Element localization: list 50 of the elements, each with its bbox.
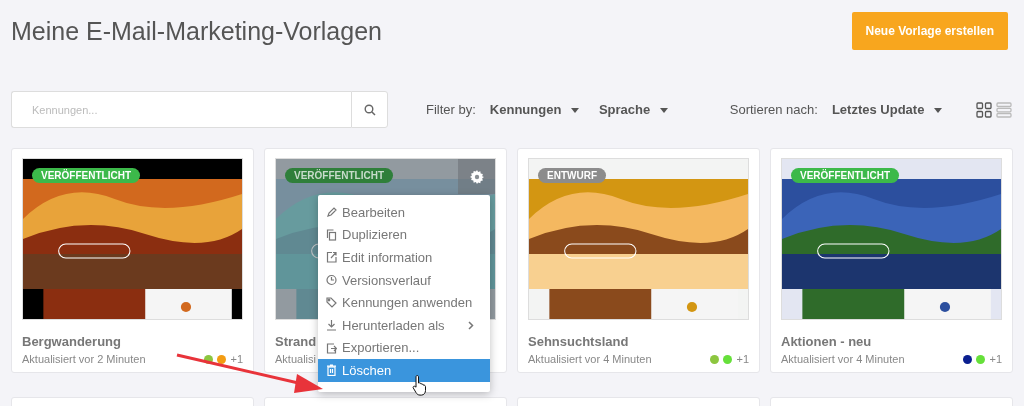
tag-count: +1 [230,353,243,365]
sort-dropdown[interactable]: Letztes Update [831,102,942,117]
tag-icon [326,296,337,309]
updated-time: Aktualisiert vor 2 Minuten [22,353,146,365]
filter-label: Filter by: [426,102,476,117]
grid-view-icon[interactable] [976,101,992,118]
caret-icon [570,108,579,114]
menu-item[interactable]: Bearbeiten [318,201,490,224]
updated-time: Aktualisiert vor 4 Minuten [528,353,652,365]
menu-item[interactable]: Versionsverlauf [318,268,490,292]
hand-cursor-icon [412,374,428,396]
status-badge: ENTWURF [538,168,606,183]
menu-item[interactable]: Kennungen anwenden [318,291,490,314]
template-card[interactable]: ENTWURF Sehnsuchtsland Aktualisiert vor 4 Minuten +1 [517,148,760,373]
caret-icon [659,108,668,114]
updated-time: Aktualisiert vor 4 Minuten [781,353,905,365]
menu-item[interactable]: Duplizieren [318,223,490,247]
settings-icon [469,169,484,184]
tag-count: +1 [736,353,749,365]
history-icon [326,274,337,287]
sort-label: Sortieren nach: [729,102,818,117]
page-title: Meine E-Mail-Marketing-Vorlagen [11,16,382,46]
edit-icon [326,206,337,219]
template-card[interactable]: VERÖFFENTLICHT Bergwanderung Aktualisiert vor 2 Minuten +1 [11,148,254,373]
settings-button[interactable] [458,159,495,194]
search-icon [363,103,376,116]
updated-time: Aktualisi [275,353,316,365]
filter-dropdown[interactable]: Kennungen [489,102,579,117]
template-name: Strand [275,334,317,349]
export-icon [326,341,337,354]
template-name: Aktionen - neu [781,334,872,349]
filter-dropdown[interactable]: Sprache [598,102,668,117]
template-name: Bergwanderung [22,334,121,349]
menu-item[interactable]: Löschen [318,359,490,382]
status-badge: VERÖFFENTLICHT [32,168,140,183]
menu-item[interactable]: Exportieren... [318,336,490,360]
template-name: Sehnsuchtsland [528,334,629,349]
copy-icon [326,228,337,241]
status-badge: VERÖFFENTLICHT [791,168,899,183]
template-card[interactable]: VERÖFFENTLICHT Aktionen - neu Aktualisiert vor 4 Minuten +1 [770,148,1013,373]
caret-icon [934,108,942,114]
search-button[interactable] [351,91,388,128]
download-icon [326,319,337,332]
menu-item[interactable]: Edit information [318,246,490,269]
info-icon [326,251,337,264]
tag-count: +1 [989,353,1002,365]
search-field[interactable]: Kennungen... [11,91,351,128]
delete-icon [326,364,337,377]
status-badge: VERÖFFENTLICHT [285,168,393,183]
menu-item[interactable]: Herunterladen als [318,313,490,337]
